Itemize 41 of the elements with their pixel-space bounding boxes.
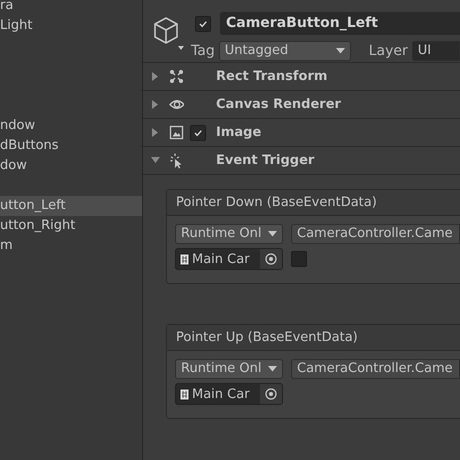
function-dropdown[interactable]: CameraController.Came: [291, 359, 460, 379]
tag-label: Tag: [191, 43, 215, 59]
hierarchy-item[interactable]: utton_Left: [0, 196, 142, 216]
tag-dropdown[interactable]: Untagged: [218, 41, 351, 61]
hierarchy-item[interactable]: m: [0, 238, 13, 253]
hierarchy-item[interactable]: Light: [0, 18, 32, 33]
event-title: Pointer Down (BaseEventData): [167, 190, 460, 216]
name-field[interactable]: CameraButton_Left: [220, 12, 460, 35]
hierarchy-item[interactable]: dButtons: [0, 138, 59, 153]
object-field[interactable]: Main Car: [175, 383, 283, 405]
runtime-dropdown[interactable]: Runtime Onl: [175, 359, 283, 379]
image-icon: [169, 124, 184, 140]
anchor-icon: [169, 68, 184, 84]
caret-icon: [268, 366, 277, 372]
target-icon: [260, 249, 282, 269]
collapse-arrow-icon[interactable]: [151, 156, 160, 165]
hierarchy-item[interactable]: dow: [0, 158, 27, 173]
check-icon: [198, 18, 208, 28]
caret-icon: [336, 48, 345, 54]
caret-icon: [268, 231, 277, 237]
expand-arrow-icon[interactable]: [151, 72, 160, 81]
pointer-click-icon: [169, 152, 184, 168]
active-checkbox[interactable]: [195, 16, 211, 32]
script-icon: [180, 388, 189, 400]
script-icon: [180, 254, 189, 264]
check-icon: [193, 128, 203, 138]
cube-icon: [151, 15, 185, 51]
expand-arrow-icon[interactable]: [151, 100, 160, 109]
runtime-dropdown[interactable]: Runtime Onl: [175, 224, 283, 244]
layer-label: Layer: [368, 43, 408, 59]
hierarchy-item[interactable]: ndow: [0, 118, 36, 133]
enabled-checkbox[interactable]: [190, 124, 206, 140]
hierarchy-item[interactable]: ra: [0, 0, 14, 13]
event-title: Pointer Up (BaseEventData): [167, 325, 460, 351]
expand-arrow-icon[interactable]: [151, 128, 160, 137]
argument-checkbox[interactable]: [291, 251, 307, 267]
target-icon: [260, 384, 282, 404]
layer-dropdown[interactable]: UI: [412, 41, 460, 61]
object-field[interactable]: Main Car: [175, 248, 283, 270]
function-dropdown[interactable]: CameraController.Came: [291, 224, 460, 244]
hierarchy-item[interactable]: utton_Right: [0, 218, 76, 233]
